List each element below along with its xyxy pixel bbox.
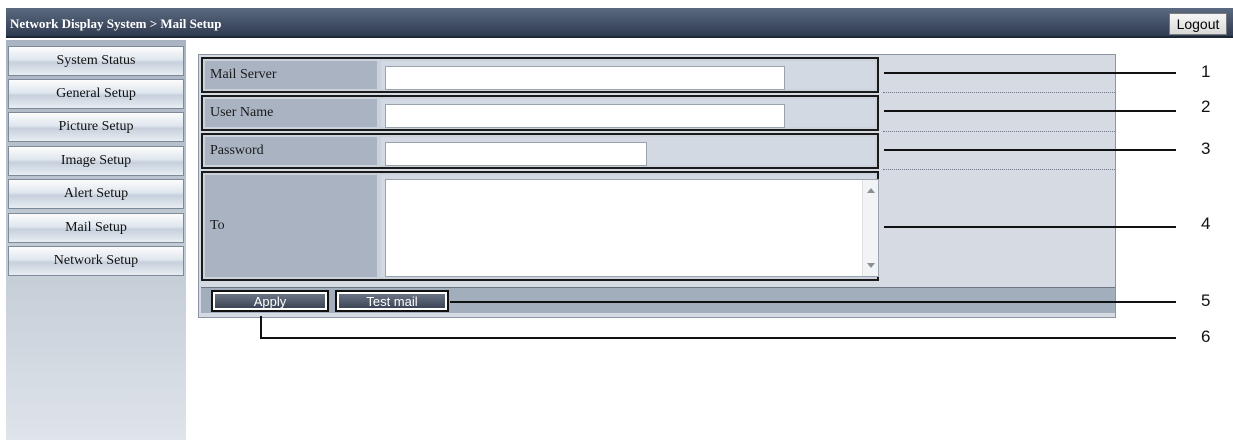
- callout-number-5: 5: [1201, 291, 1211, 310]
- password-input[interactable]: [385, 142, 647, 166]
- mail-server-input[interactable]: [385, 66, 785, 90]
- callout-line-1: [884, 72, 1176, 74]
- mail-server-label: Mail Server: [205, 61, 377, 89]
- sidebar-item-image-setup[interactable]: Image Setup: [8, 146, 184, 176]
- test-mail-button-label: Test mail: [339, 294, 445, 309]
- sidebar-item-network-setup[interactable]: Network Setup: [8, 246, 184, 276]
- callout-line-6: [260, 337, 1176, 339]
- divider: [883, 92, 1115, 93]
- callout-number-3: 3: [1201, 139, 1211, 158]
- sidebar-item-alert-setup[interactable]: Alert Setup: [8, 179, 184, 209]
- header-bar: Network Display System > Mail Setup Logo…: [6, 8, 1233, 38]
- sidebar-item-picture-setup[interactable]: Picture Setup: [8, 112, 184, 142]
- mail-setup-panel: Mail Server User Name Password To Apply …: [198, 54, 1116, 318]
- scroll-up-arrow-icon[interactable]: [867, 188, 875, 193]
- callout-line-2: [884, 110, 1176, 112]
- password-label: Password: [205, 137, 377, 165]
- apply-button[interactable]: Apply: [211, 290, 329, 312]
- breadcrumb: Network Display System > Mail Setup: [10, 16, 222, 31]
- sidebar-item-general-setup[interactable]: General Setup: [8, 79, 184, 109]
- user-name-row: User Name: [201, 95, 879, 131]
- callout-number-1: 1: [1201, 62, 1211, 81]
- to-row: To: [201, 171, 879, 281]
- callout-line-5: [450, 301, 1176, 303]
- to-textarea[interactable]: [385, 179, 879, 277]
- mail-server-row: Mail Server: [201, 57, 879, 93]
- textarea-scrollbar[interactable]: [862, 180, 878, 276]
- user-name-input[interactable]: [385, 104, 785, 128]
- test-mail-button[interactable]: Test mail: [335, 290, 449, 312]
- callout-line-6-vertical: [260, 316, 262, 338]
- callout-line-4: [884, 226, 1176, 228]
- callout-number-4: 4: [1201, 214, 1211, 233]
- scroll-down-arrow-icon[interactable]: [867, 263, 875, 268]
- sidebar-item-system-status[interactable]: System Status: [8, 46, 184, 76]
- button-bar: Apply Test mail: [201, 287, 1115, 313]
- divider: [883, 131, 1115, 132]
- logout-button[interactable]: Logout: [1169, 13, 1227, 35]
- password-row: Password: [201, 133, 879, 169]
- to-label: To: [205, 175, 377, 277]
- sidebar-item-mail-setup[interactable]: Mail Setup: [8, 213, 184, 243]
- sidebar: System Status General Setup Picture Setu…: [6, 40, 186, 440]
- callout-number-6: 6: [1201, 327, 1211, 346]
- user-name-label: User Name: [205, 99, 377, 127]
- divider: [883, 169, 1115, 170]
- callout-line-3: [884, 149, 1176, 151]
- apply-button-label: Apply: [215, 294, 325, 309]
- callout-number-2: 2: [1201, 97, 1211, 116]
